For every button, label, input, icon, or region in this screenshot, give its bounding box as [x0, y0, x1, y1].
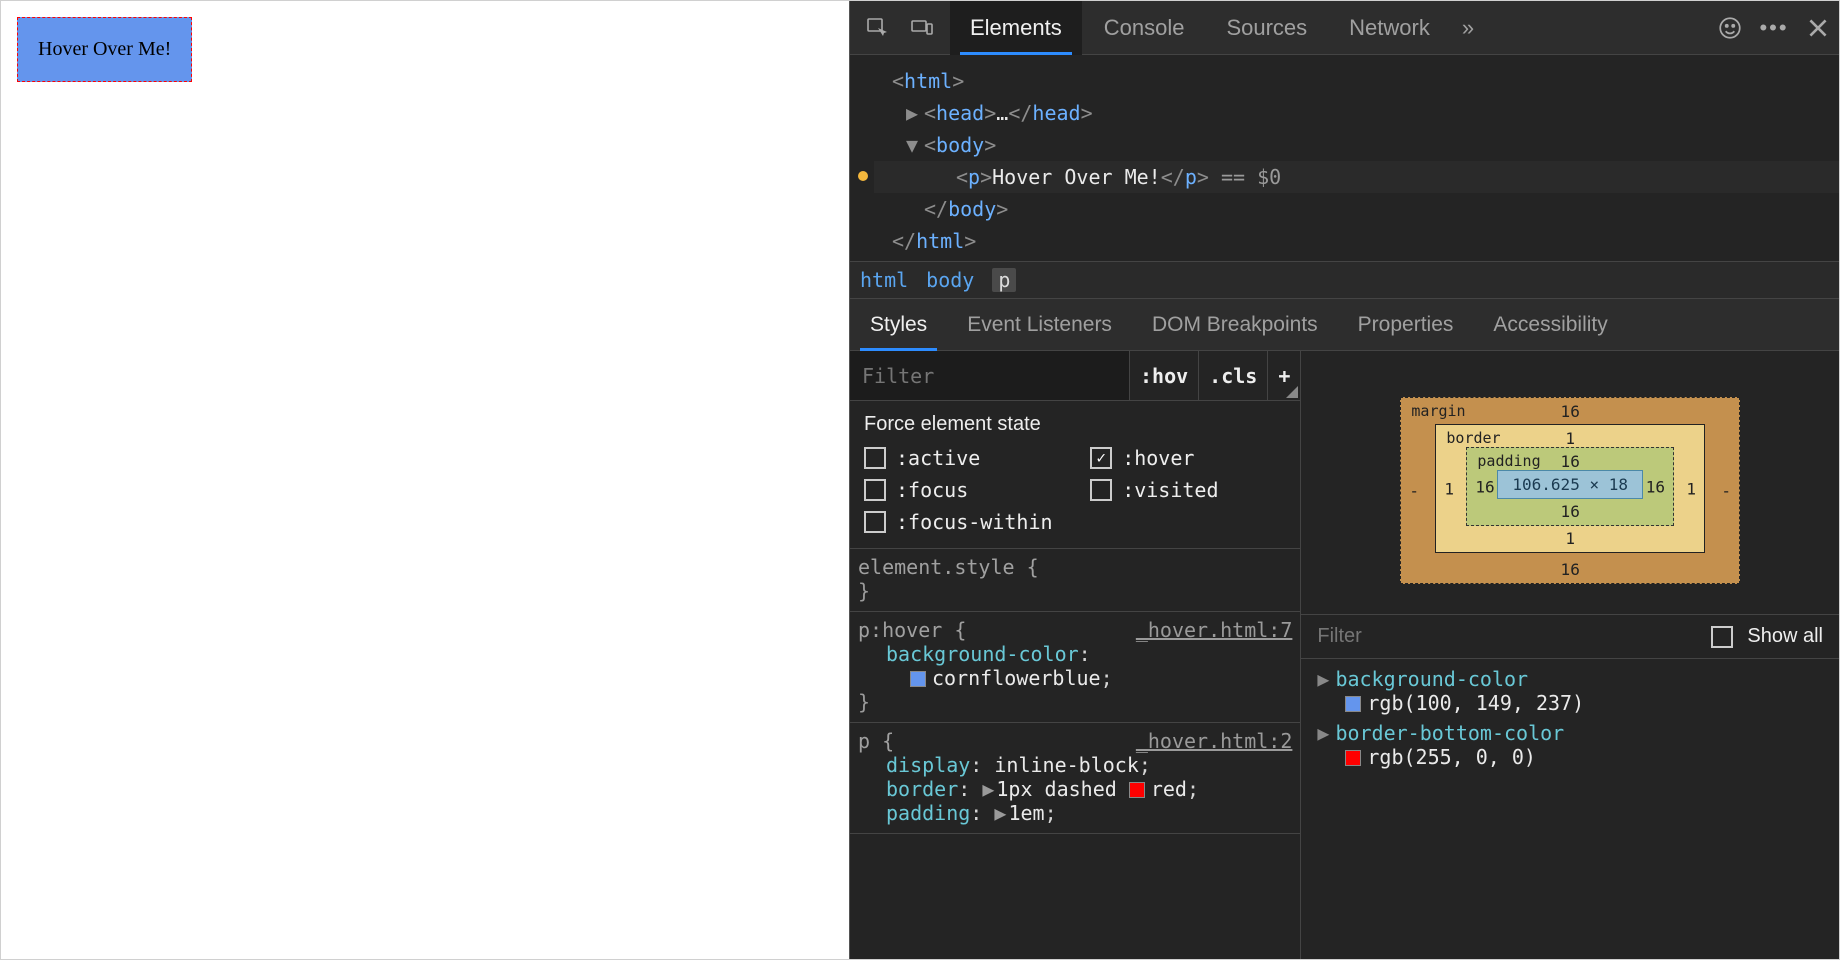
- checkbox-icon[interactable]: [864, 511, 886, 533]
- styles-column: :hov .cls + Force element state :active:…: [850, 351, 1301, 959]
- state-visited[interactable]: :visited: [1090, 478, 1286, 502]
- cls-toggle[interactable]: .cls: [1198, 351, 1267, 400]
- state-label: :focus-within: [896, 510, 1053, 534]
- bm-border-left: 1: [1444, 479, 1454, 498]
- checkbox-icon[interactable]: [864, 447, 886, 469]
- computed-column: margin 16 - 16 - border 1 1 1 1 paddin: [1301, 351, 1839, 959]
- force-element-state: Force element state :active :hover :focus:…: [850, 401, 1300, 549]
- checkbox-icon[interactable]: [1090, 447, 1112, 469]
- checkbox-icon[interactable]: [864, 479, 886, 501]
- subtab-event-listeners[interactable]: Event Listeners: [947, 299, 1132, 351]
- rule-source-link[interactable]: _hover.html:2: [1136, 729, 1293, 753]
- bm-padding-left: 16: [1475, 477, 1494, 496]
- bm-border-bottom: 1: [1565, 529, 1575, 548]
- state-active[interactable]: :active: [864, 446, 1060, 470]
- checkbox-icon[interactable]: [1090, 479, 1112, 501]
- dom-line[interactable]: </html>: [874, 225, 1839, 257]
- devtools-tabstrip: Elements Console Sources Network »: [950, 1, 1484, 55]
- style-rule[interactable]: element.style {}: [850, 549, 1300, 612]
- styles-filter-row: :hov .cls +: [850, 351, 1300, 401]
- breadcrumb[interactable]: html body p: [850, 261, 1839, 299]
- bm-border-top: 1: [1565, 429, 1575, 448]
- bm-margin-left: -: [1409, 481, 1419, 500]
- box-model[interactable]: margin 16 - 16 - border 1 1 1 1 paddin: [1301, 351, 1839, 615]
- computed-filter-row: Show all: [1301, 615, 1839, 659]
- dom-line[interactable]: ▼<body>: [874, 129, 1839, 161]
- subtab-accessibility[interactable]: Accessibility: [1473, 299, 1627, 351]
- bm-margin-bottom: 16: [1561, 560, 1580, 579]
- bm-content: 106.625 × 18: [1497, 470, 1643, 499]
- computed-properties[interactable]: ▶background-colorrgb(100, 149, 237) ▶bord…: [1301, 659, 1839, 959]
- devtools-panel: Elements Console Sources Network » ••• <…: [849, 1, 1839, 959]
- bm-border-right: 1: [1686, 479, 1696, 498]
- state-label: :visited: [1122, 478, 1218, 502]
- device-toolbar-icon[interactable]: [902, 8, 942, 48]
- dom-line[interactable]: <p>Hover Over Me!</p> == $0: [874, 161, 1839, 193]
- bm-margin-top: 16: [1561, 402, 1580, 421]
- new-style-rule-button[interactable]: +: [1267, 351, 1300, 400]
- state-focus-within[interactable]: :focus-within: [864, 510, 1060, 534]
- inspect-element-icon[interactable]: [858, 8, 898, 48]
- demo-paragraph[interactable]: Hover Over Me!: [17, 17, 192, 82]
- force-state-title: Force element state: [864, 413, 1286, 436]
- crumb-html[interactable]: html: [860, 268, 908, 292]
- bm-padding-label: padding: [1477, 452, 1540, 470]
- dom-line[interactable]: </body>: [874, 193, 1839, 225]
- show-all-checkbox[interactable]: [1711, 626, 1733, 648]
- dom-line[interactable]: ▶<head>…</head>: [874, 97, 1839, 129]
- tab-network[interactable]: Network: [1329, 1, 1450, 55]
- bm-padding-right: 16: [1646, 477, 1665, 496]
- crumb-p[interactable]: p: [992, 268, 1016, 292]
- state-label: :focus: [896, 478, 968, 502]
- state-label: :hover: [1122, 446, 1194, 470]
- crumb-body[interactable]: body: [926, 268, 974, 292]
- state-hover[interactable]: :hover: [1090, 446, 1286, 470]
- bm-margin-label: margin: [1411, 402, 1465, 420]
- hov-toggle[interactable]: :hov: [1129, 351, 1198, 400]
- state-label: :active: [896, 446, 980, 470]
- bm-margin-right: -: [1721, 481, 1731, 500]
- tab-console[interactable]: Console: [1084, 1, 1205, 55]
- tab-sources[interactable]: Sources: [1206, 1, 1327, 55]
- rendered-page-pane: Hover Over Me!: [1, 1, 849, 959]
- kebab-icon[interactable]: •••: [1761, 15, 1787, 41]
- state-focus[interactable]: :focus: [864, 478, 1060, 502]
- rule-source-link[interactable]: _hover.html:7: [1136, 618, 1293, 642]
- styles-subtabs: Styles Event Listeners DOM Breakpoints P…: [850, 299, 1839, 351]
- dom-line[interactable]: <html>: [874, 65, 1839, 97]
- styles-filter-input[interactable]: [850, 351, 1129, 400]
- computed-property[interactable]: ▶border-bottom-colorrgb(255, 0, 0): [1317, 721, 1823, 769]
- subtab-styles[interactable]: Styles: [850, 299, 947, 351]
- devtools-topbar: Elements Console Sources Network » •••: [850, 1, 1839, 55]
- bm-padding-bottom: 16: [1561, 502, 1580, 521]
- show-all-label: Show all: [1747, 625, 1823, 648]
- style-rule[interactable]: p:hover {_hover.html:7background-color: …: [850, 612, 1300, 723]
- bm-border-label: border: [1446, 429, 1500, 447]
- style-rules[interactable]: element.style {}p:hover {_hover.html:7ba…: [850, 549, 1300, 959]
- subtab-dom-breakpoints[interactable]: DOM Breakpoints: [1132, 299, 1338, 351]
- style-rule[interactable]: p {_hover.html:2display: inline-block;bo…: [850, 723, 1300, 834]
- tab-elements[interactable]: Elements: [950, 1, 1082, 55]
- subtab-properties[interactable]: Properties: [1338, 299, 1474, 351]
- tab-more[interactable]: »: [1452, 1, 1484, 55]
- bm-padding-top: 16: [1561, 452, 1580, 471]
- computed-property[interactable]: ▶background-colorrgb(100, 149, 237): [1317, 667, 1823, 715]
- close-icon[interactable]: [1805, 15, 1831, 41]
- computed-filter-input[interactable]: [1317, 625, 1697, 648]
- dom-tree[interactable]: <html>▶<head>…</head>▼<body><p>Hover Ove…: [850, 55, 1839, 261]
- smiley-icon[interactable]: [1717, 15, 1743, 41]
